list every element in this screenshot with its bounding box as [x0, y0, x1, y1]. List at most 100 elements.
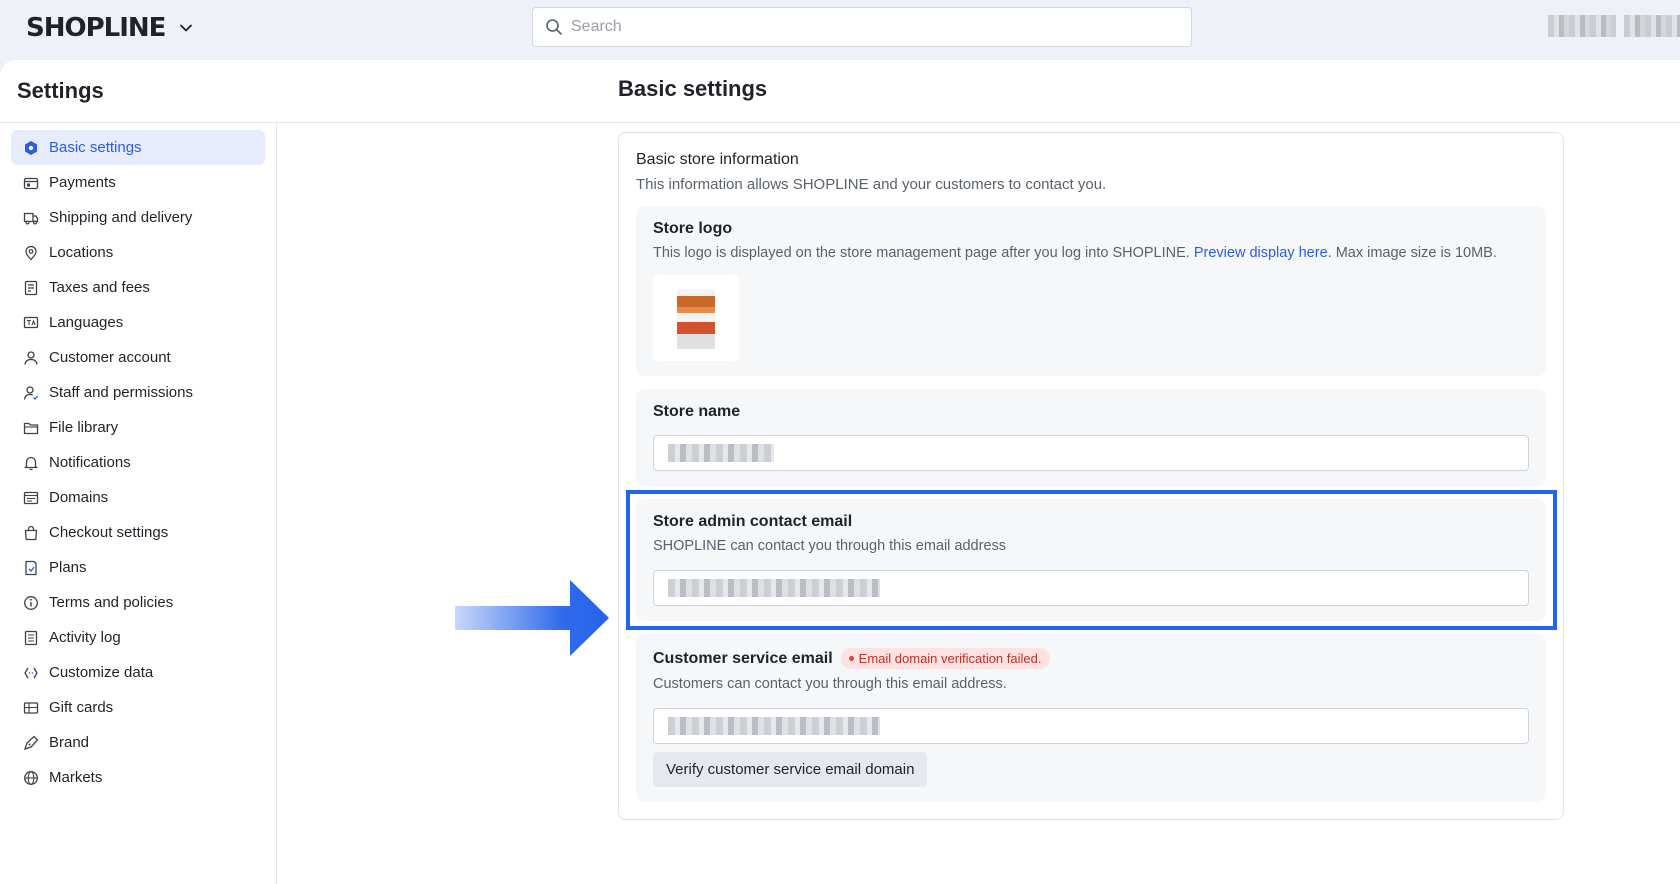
sidebar-item-taxes[interactable]: Taxes and fees [11, 270, 265, 305]
sidebar-item-label: Checkout settings [49, 524, 169, 541]
search-input[interactable] [571, 18, 1171, 36]
sidebar-item-staff[interactable]: Staff and permissions [11, 375, 265, 410]
service-email-title-text: Customer service email [653, 650, 833, 667]
redacted-value [668, 579, 880, 597]
sidebar-item-label: Markets [49, 769, 103, 786]
sidebar-item-payments[interactable]: Payments [11, 165, 265, 200]
card-description: This information allows SHOPLINE and you… [636, 176, 1107, 193]
domain-icon [23, 491, 39, 504]
admin-email-section: Store admin contact email SHOPLINE can c… [626, 490, 1557, 630]
verify-domain-button[interactable]: Verify customer service email domain [653, 752, 928, 787]
sidebar-item-label: Taxes and fees [49, 279, 150, 296]
admin-email-description: SHOPLINE can contact you through this em… [653, 538, 1007, 554]
store-logo-desc-text: This logo is displayed on the store mana… [653, 245, 1194, 261]
sidebar-item-domains[interactable]: Domains [11, 480, 265, 515]
log-icon [24, 630, 38, 645]
sidebar-item-basic-settings[interactable]: Basic settings [11, 130, 265, 165]
staff-icon [23, 385, 38, 400]
card-title: Basic store information [636, 151, 799, 168]
logo-text: SHOPLINE [26, 13, 166, 43]
bag-icon [24, 525, 38, 540]
service-email-title: Customer service email Email domain verif… [653, 648, 1529, 669]
sidebar-item-label: Gift cards [49, 699, 114, 716]
pointer-arrow-icon [455, 580, 609, 656]
sidebar-item-label: Plans [49, 559, 87, 576]
search-icon [546, 19, 562, 35]
wallet-icon [23, 177, 39, 189]
sidebar-item-label: Languages [49, 314, 124, 331]
sidebar-item-shipping[interactable]: Shipping and delivery [11, 200, 265, 235]
hexagon-icon [25, 140, 37, 155]
admin-email-title: Store admin contact email [653, 513, 853, 530]
top-bar: SHOPLINE [0, 0, 1680, 60]
language-icon [23, 316, 39, 328]
redacted-value [668, 444, 774, 462]
sidebar-item-gift-cards[interactable]: Gift cards [11, 690, 265, 725]
shopline-logo[interactable]: SHOPLINE [26, 13, 193, 43]
sidebar-item-locations[interactable]: Locations [11, 235, 265, 270]
sidebar-item-notifications[interactable]: Notifications [11, 445, 265, 480]
sidebar-item-terms[interactable]: Terms and policies [11, 585, 265, 620]
sidebar-item-activity-log[interactable]: Activity log [11, 620, 265, 655]
sidebar-item-markets[interactable]: Markets [11, 760, 265, 795]
service-email-section: Customer service email Email domain verif… [636, 634, 1546, 802]
store-name-redacted [1624, 15, 1680, 37]
admin-email-input[interactable] [653, 570, 1529, 606]
status-badge: Email domain verification failed. [840, 648, 1051, 669]
chevron-down-icon[interactable] [179, 21, 193, 35]
basic-store-info-card: Basic store information This information… [618, 132, 1564, 820]
store-name-section: Store name [636, 389, 1546, 486]
store-name-input[interactable] [653, 435, 1529, 471]
redacted-value [668, 717, 880, 735]
settings-sidebar: Basic settings Payments Shipping and del… [11, 130, 265, 795]
sidebar-item-label: Notifications [49, 454, 131, 471]
bell-icon [23, 456, 39, 470]
gift-card-icon [23, 701, 39, 714]
sidebar-item-label: Domains [49, 489, 109, 506]
sidebar-item-file-library[interactable]: File library [11, 410, 265, 445]
store-logo-section: Store logo This logo is displayed on the… [636, 206, 1546, 376]
error-dot-icon [848, 656, 854, 661]
sidebar-item-label: Customer account [49, 349, 171, 366]
info-icon [24, 595, 38, 610]
sidebar-item-languages[interactable]: Languages [11, 305, 265, 340]
service-email-description: Customers can contact you through this e… [653, 676, 1007, 692]
location-pin-icon [25, 245, 37, 260]
section-title: Basic settings [618, 76, 768, 101]
store-name-title: Store name [653, 403, 741, 420]
receipt-icon [24, 280, 38, 295]
service-email-input[interactable] [653, 708, 1529, 744]
sidebar-item-customer-account[interactable]: Customer account [11, 340, 265, 375]
sidebar-divider [276, 123, 277, 884]
store-logo-pixelated [677, 289, 715, 349]
sidebar-item-label: Locations [49, 244, 114, 261]
sidebar-item-label: Customize data [49, 664, 154, 681]
sidebar-item-label: Brand [49, 734, 90, 751]
sidebar-item-plans[interactable]: Plans [11, 550, 265, 585]
user-icon [24, 350, 38, 365]
preview-display-link[interactable]: Preview display here. [1194, 245, 1332, 261]
sidebar-item-label: Payments [49, 174, 116, 191]
sidebar-item-label: Shipping and delivery [49, 209, 193, 226]
globe-icon [24, 770, 38, 785]
sidebar-item-brand[interactable]: Brand [11, 725, 265, 760]
main-content: Basic settings Basic store information T… [618, 76, 1564, 820]
search-bar[interactable] [532, 7, 1192, 47]
code-icon [24, 667, 38, 678]
folder-icon [23, 422, 39, 434]
plan-icon [25, 560, 37, 575]
brand-icon [23, 735, 39, 750]
store-logo-description: This logo is displayed on the store mana… [653, 244, 1529, 263]
sidebar-item-label: File library [49, 419, 119, 436]
sidebar-item-label: Basic settings [49, 139, 142, 156]
store-logo-title: Store logo [653, 220, 733, 237]
sidebar-item-checkout[interactable]: Checkout settings [11, 515, 265, 550]
user-menu[interactable] [1548, 15, 1680, 37]
user-name-redacted [1548, 15, 1616, 37]
page-title: Settings [17, 78, 104, 103]
sidebar-item-customize-data[interactable]: Customize data [11, 655, 265, 690]
sidebar-item-label: Staff and permissions [49, 384, 193, 401]
status-badge-text: Email domain verification failed. [858, 651, 1042, 666]
sidebar-item-label: Activity log [49, 629, 121, 646]
store-logo-image[interactable] [653, 275, 739, 361]
